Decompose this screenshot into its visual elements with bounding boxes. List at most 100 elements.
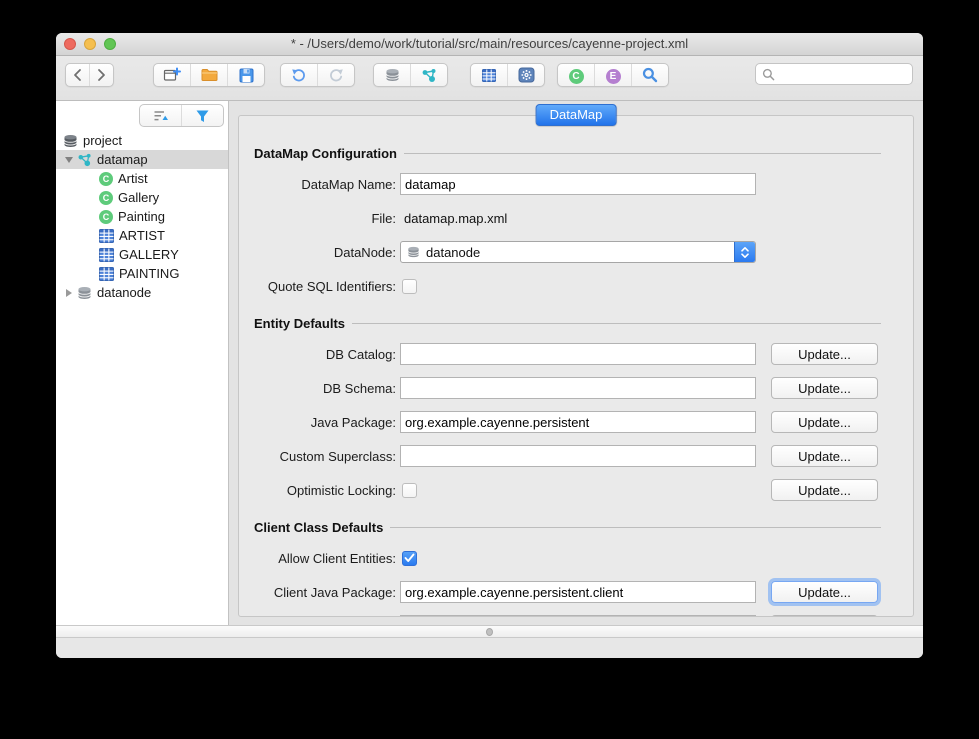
section-title: DataMap Configuration <box>254 146 397 161</box>
field-label: DataMap Name: <box>254 177 400 192</box>
project-tree: project datamap C Artist CGalleryCPainting AR… <box>56 131 228 302</box>
datamap-editor-panel: DataMap DataMap Configuration DataMap Nam… <box>229 101 923 625</box>
redo-icon <box>328 67 344 83</box>
open-project-button[interactable] <box>190 64 227 86</box>
horizontal-splitter[interactable] <box>56 625 923 638</box>
tree-item-gallery[interactable]: CGallery <box>56 188 228 207</box>
datanode-select[interactable]: datanode <box>400 241 756 263</box>
create-query-button[interactable] <box>631 64 668 86</box>
create-procedure-button[interactable] <box>507 64 544 86</box>
update-button[interactable]: Update... <box>771 411 878 433</box>
checkbox-unchecked[interactable] <box>402 483 417 498</box>
toolbar: CE <box>56 56 923 101</box>
tree-toolbar <box>56 101 228 131</box>
sort-button[interactable] <box>140 105 181 126</box>
tree-item-label: ARTIST <box>119 228 165 243</box>
text-field[interactable] <box>400 377 756 399</box>
tree-item-painting[interactable]: CPainting <box>56 207 228 226</box>
section-title: Entity Defaults <box>254 316 345 331</box>
tree-item-datanode[interactable]: datanode <box>56 283 228 302</box>
tab-datamap[interactable]: DataMap <box>536 104 617 126</box>
new-project-icon <box>163 67 181 83</box>
new-project-button[interactable] <box>154 64 190 86</box>
filter-button[interactable] <box>181 105 223 126</box>
objentity-icon: C <box>99 172 113 186</box>
create-datanode-button[interactable] <box>374 64 410 86</box>
app-window: * - /Users/demo/work/tutorial/src/main/r… <box>56 33 923 658</box>
tree-item-artist[interactable]: C Artist <box>56 169 228 188</box>
section-header: Client Class Defaults <box>254 520 881 535</box>
expander-down-icon[interactable] <box>61 157 77 163</box>
save-icon <box>239 68 254 83</box>
redo-button <box>317 64 354 86</box>
toolbar-group: CE <box>557 63 669 87</box>
tree-item-label: Artist <box>118 171 148 186</box>
datamap-icon <box>77 153 92 167</box>
section-divider <box>352 323 881 324</box>
table-icon <box>482 69 496 82</box>
back-button[interactable] <box>66 64 89 86</box>
project-tree-panel: project datamap C Artist CGalleryCPainting AR… <box>56 101 229 625</box>
field-label: Quote SQL Identifiers: <box>254 279 400 294</box>
tree-item-label: project <box>83 133 122 148</box>
text-field[interactable] <box>400 343 756 365</box>
field-label: DB Schema: <box>254 381 400 396</box>
text-field[interactable] <box>400 615 756 617</box>
expander-right-icon[interactable] <box>61 289 77 297</box>
save-button[interactable] <box>227 64 264 86</box>
embeddable-icon: E <box>606 66 621 84</box>
text-field[interactable] <box>400 445 756 467</box>
table-icon <box>99 267 114 281</box>
desktop-background: * - /Users/demo/work/tutorial/src/main/r… <box>0 0 979 739</box>
field-control <box>400 377 756 399</box>
toolbar-group <box>280 63 355 87</box>
text-field[interactable] <box>400 411 756 433</box>
datanode-icon <box>407 246 420 258</box>
gear-icon <box>518 67 535 83</box>
form-row: Custom Superclass:Update... <box>254 445 913 467</box>
table-icon <box>99 248 114 262</box>
datanode-icon <box>77 286 92 300</box>
tree-item-datamap[interactable]: datamap <box>56 150 228 169</box>
field-label: DataNode: <box>254 245 400 260</box>
update-button[interactable]: Update... <box>771 479 878 501</box>
folder-icon <box>201 68 218 82</box>
toolbar-search-field[interactable] <box>755 63 913 85</box>
toolbar-group <box>153 63 265 87</box>
field-control <box>400 411 756 433</box>
checkbox-checked[interactable] <box>402 551 417 566</box>
checkbox-unchecked[interactable] <box>402 279 417 294</box>
field-control: datamap.map.xml <box>400 211 756 226</box>
field-control <box>400 581 756 603</box>
forward-button[interactable] <box>89 64 113 86</box>
field-control <box>400 343 756 365</box>
update-button[interactable]: Update... <box>771 581 878 603</box>
text-field[interactable] <box>400 581 756 603</box>
create-embeddable-button[interactable]: E <box>594 64 631 86</box>
update-button[interactable]: Update... <box>771 445 878 467</box>
field-control <box>400 615 756 617</box>
tree-item-painting[interactable]: PAINTING <box>56 264 228 283</box>
form-row: Allow Client Entities: <box>254 547 913 569</box>
search-input[interactable] <box>779 66 906 83</box>
tree-item-project[interactable]: project <box>56 131 228 150</box>
tree-item-artist[interactable]: ARTIST <box>56 226 228 245</box>
tree-item-label: datanode <box>97 285 151 300</box>
create-dbentity-button[interactable] <box>471 64 507 86</box>
create-objentity-button[interactable]: C <box>558 64 594 86</box>
select-stepper-icon[interactable] <box>734 242 755 262</box>
toolbar-group <box>470 63 545 87</box>
form-row: Client Java Package:Update... <box>254 581 913 603</box>
update-button[interactable]: Update... <box>771 377 878 399</box>
tree-item-label: Painting <box>118 209 165 224</box>
update-button[interactable]: Update... <box>771 615 878 617</box>
create-datamap-button[interactable] <box>410 64 447 86</box>
tree-item-gallery[interactable]: GALLERY <box>56 245 228 264</box>
form-row: Optimistic Locking:Update... <box>254 479 913 501</box>
query-icon <box>642 67 658 83</box>
undo-button[interactable] <box>281 64 317 86</box>
text-field[interactable] <box>400 173 756 195</box>
form-row: DataNode:datanode <box>254 241 913 263</box>
update-button[interactable]: Update... <box>771 343 878 365</box>
content-area: project datamap C Artist CGalleryCPainting AR… <box>56 101 923 625</box>
